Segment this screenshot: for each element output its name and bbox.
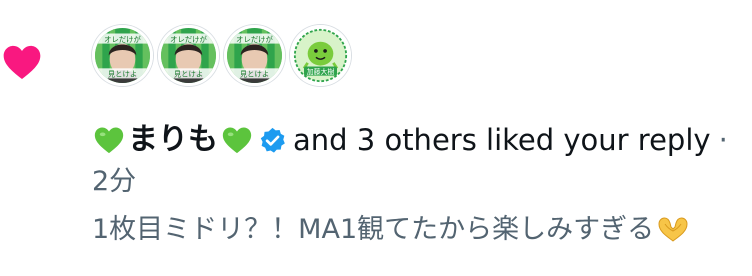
avatar[interactable]: オレだけが 見とけよ [224, 25, 285, 86]
green-heart-icon [222, 127, 252, 154]
timestamp[interactable]: 2分 [92, 162, 136, 202]
avatar[interactable]: 加藤大樹 [290, 25, 351, 86]
user-name-link[interactable]: まりも [128, 118, 218, 162]
avatar[interactable]: オレだけが 見とけよ [92, 25, 153, 86]
action-text: and 3 others liked your reply [293, 123, 711, 157]
avatar-text: 見とけよ [108, 70, 137, 79]
green-heart-icon [94, 127, 124, 154]
avatar-text: オレだけが [236, 35, 273, 44]
heart-icon [3, 45, 41, 80]
avatar-text: オレだけが [104, 35, 141, 44]
heart-hands-icon [658, 217, 688, 242]
avatar-text: 見とけよ [240, 70, 269, 79]
avatar-text: 見とけよ [174, 70, 203, 79]
reply-text: 1枚目ミドリ？！MA1観てたから楽しみすぎる [92, 214, 655, 245]
separator-dot: · [718, 123, 728, 157]
like-notification[interactable]: オレだけが 見とけよ オレだけが 見とけよ オレだけが 見とけよ 加藤大樹 まり… [0, 0, 752, 276]
verified-badge-icon [260, 127, 285, 153]
mascot-badge-text: 加藤大樹 [307, 67, 335, 76]
avatar-text: オレだけが [170, 35, 207, 44]
liker-avatars: オレだけが 見とけよ オレだけが 見とけよ オレだけが 見とけよ 加藤大樹 [92, 25, 351, 86]
reply-preview[interactable]: 1枚目ミドリ？！MA1観てたから楽しみすぎる [92, 210, 690, 250]
notification-headline: まりも and 3 others liked your reply · [92, 118, 728, 162]
avatar[interactable]: オレだけが 見とけよ [158, 25, 219, 86]
